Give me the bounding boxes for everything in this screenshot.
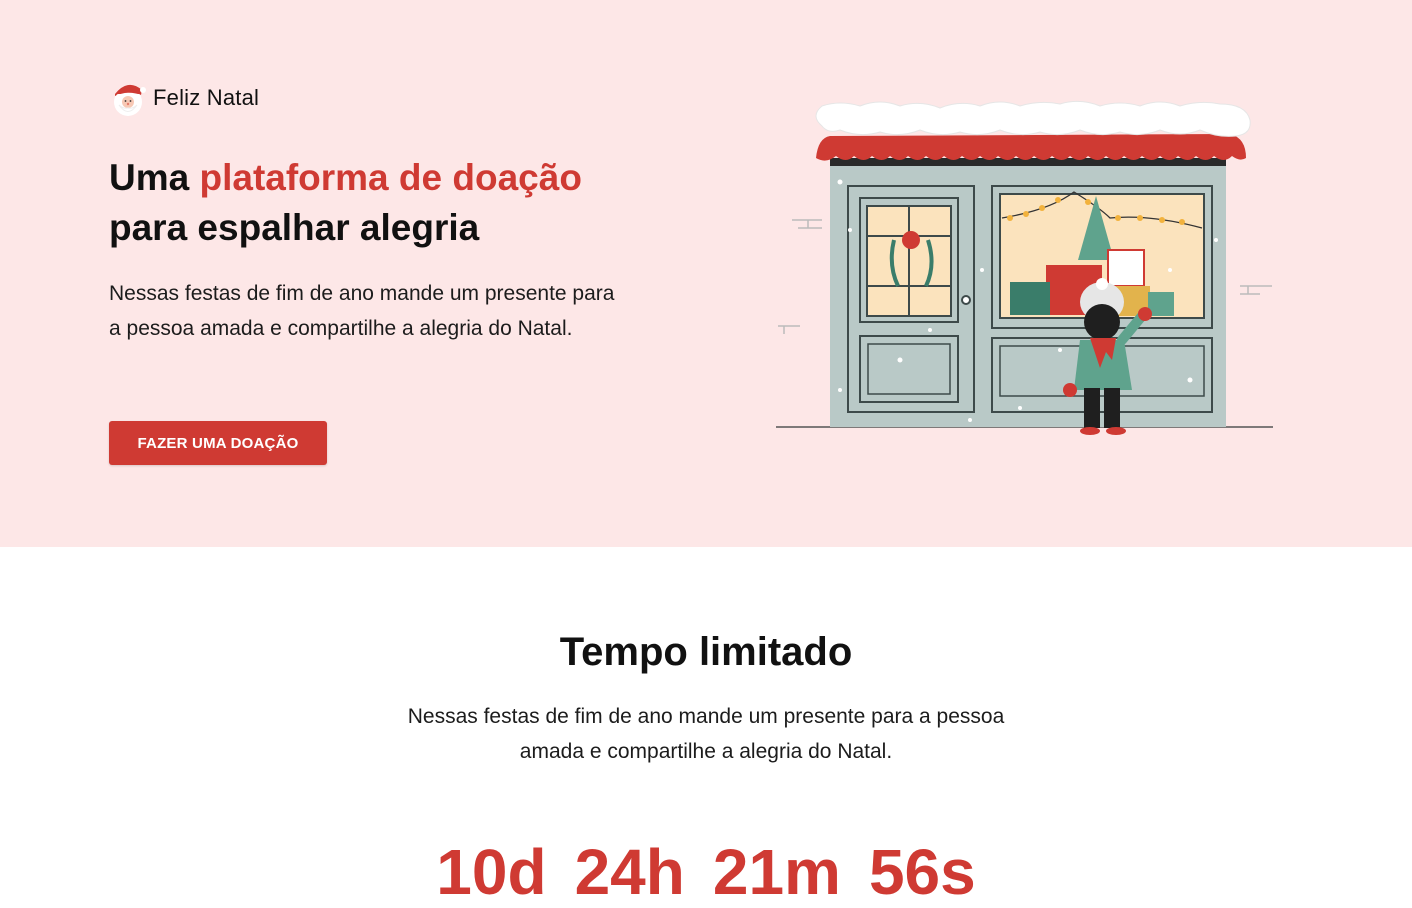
countdown-hours: 24h	[574, 836, 685, 908]
countdown-days: 10d	[436, 836, 547, 908]
santa-icon	[114, 84, 146, 116]
section-description: Nessas festas de fim de ano mande um pre…	[407, 705, 1005, 763]
donate-button[interactable]: FAZER UMA DOAÇÃO	[109, 421, 327, 465]
hero-section: Feliz Natal Uma plataforma de doação para…	[0, 0, 1412, 547]
countdown-minutes: 21m	[712, 836, 841, 908]
brand-logo[interactable]: Feliz Natal	[109, 78, 259, 118]
hero-description: Nessas festas de fim de ano mande um pre…	[109, 282, 615, 340]
headline-lead: Uma	[109, 157, 200, 198]
hero-headline: Uma plataforma de doação para espalhar al…	[109, 153, 709, 253]
countdown-seconds: 56s	[868, 836, 976, 908]
countdown-timer: 10d 24h 21m 56s	[0, 837, 1412, 907]
section-title: Tempo limitado	[559, 630, 853, 674]
shop-window-illustration	[776, 100, 1273, 435]
headline-accent: plataforma de doação	[199, 157, 582, 198]
headline-tail: para espalhar alegria	[109, 207, 480, 248]
brand-name: Feliz Natal	[153, 85, 260, 110]
limited-time-section: Tempo limitado Nessas festas de fim de a…	[0, 547, 1412, 907]
